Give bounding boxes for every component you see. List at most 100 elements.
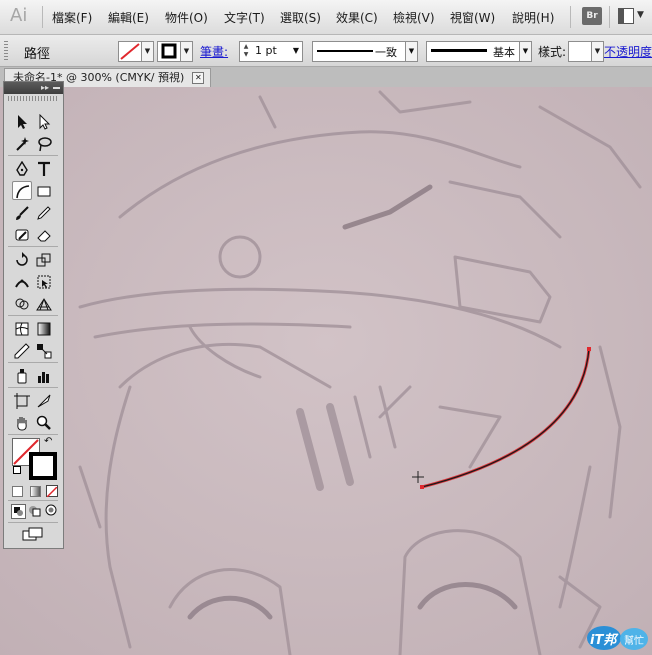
collapse-icon[interactable]: ▸▸	[41, 82, 49, 94]
chevron-down-icon[interactable]: ▼	[293, 46, 299, 55]
swap-arrow-icon[interactable]: ↶	[44, 436, 52, 447]
symbol-sprayer-tool[interactable]	[12, 366, 32, 385]
stepper-arrows-icon[interactable]: ▲ ▼	[241, 43, 251, 60]
panel-menu-icon[interactable]	[53, 87, 60, 89]
pencil-tool[interactable]	[34, 203, 54, 222]
scale-tool[interactable]	[34, 250, 54, 269]
stroke-dropdown[interactable]: ▼	[180, 41, 193, 62]
menu-object[interactable]: 物件(O)	[165, 9, 208, 26]
layout-icon	[618, 8, 634, 24]
hand-tool[interactable]	[12, 413, 32, 432]
tools-panel-titlebar[interactable]: ▸▸	[4, 82, 63, 94]
none-swatch-icon	[46, 486, 58, 498]
gradient-tool[interactable]	[34, 319, 54, 338]
stroke-panel-link[interactable]: 筆畫:	[200, 43, 228, 60]
tool-separator	[8, 155, 58, 156]
menu-window[interactable]: 視窗(W)	[450, 9, 495, 26]
column-graph-tool[interactable]	[34, 366, 54, 385]
menu-view[interactable]: 檢視(V)	[393, 9, 435, 26]
bridge-button[interactable]: Br	[582, 7, 602, 25]
menu-file[interactable]: 檔案(F)	[52, 9, 92, 26]
draw-behind-button[interactable]	[28, 504, 41, 517]
artboard-icon	[14, 393, 30, 409]
slice-knife-icon	[37, 394, 51, 408]
watermark-text: iT邦	[590, 633, 617, 648]
tool-separator	[8, 315, 58, 316]
artboard-canvas[interactable]	[0, 87, 652, 655]
column-graph-icon	[38, 372, 49, 383]
style-swatch[interactable]	[568, 41, 592, 62]
menu-separator	[42, 6, 43, 28]
screen-mode-icon	[22, 527, 43, 541]
opacity-link[interactable]: 不透明度	[604, 43, 652, 60]
stroke-swatch[interactable]	[157, 41, 181, 62]
menu-effect[interactable]: 效果(C)	[336, 9, 378, 26]
mesh-icon	[15, 322, 29, 336]
site-watermark: iT邦 幫忙	[586, 624, 650, 652]
blob-brush-tool[interactable]	[12, 225, 32, 244]
sprayer-icon	[17, 369, 27, 384]
variable-width-profile[interactable]: 一致 ▼	[312, 41, 418, 62]
panel-grip[interactable]	[8, 96, 59, 101]
magic-wand-tool[interactable]	[12, 134, 32, 153]
zoom-tool[interactable]	[34, 413, 54, 432]
close-icon[interactable]: ✕	[192, 72, 205, 84]
pen-nib-icon	[16, 161, 28, 176]
fill-swatch[interactable]	[118, 41, 142, 62]
type-tool[interactable]	[34, 159, 54, 178]
rotate-tool[interactable]	[12, 250, 32, 269]
blend-tool[interactable]	[34, 341, 54, 360]
draw-inside-button[interactable]	[45, 504, 58, 517]
rotate-icon	[16, 252, 28, 266]
draw-normal-icon	[14, 507, 23, 516]
stroke-color-box[interactable]	[29, 452, 57, 480]
default-colors-icon[interactable]	[13, 466, 21, 474]
draw-normal-button[interactable]	[11, 504, 26, 519]
tool-separator	[8, 434, 58, 435]
selection-tool[interactable]	[12, 112, 32, 131]
eraser-tool[interactable]	[34, 225, 54, 244]
eyedropper-tool[interactable]	[12, 341, 32, 360]
rectangle-tool[interactable]	[34, 181, 54, 200]
width-tool[interactable]	[12, 272, 32, 291]
arrange-documents-button[interactable]: ▼	[616, 6, 646, 26]
artboard-tool[interactable]	[12, 391, 32, 410]
draw-inside-icon	[45, 504, 57, 516]
blob-brush-icon	[15, 229, 29, 241]
anchor-point[interactable]	[587, 347, 591, 351]
canvas-background	[0, 87, 652, 655]
menu-select[interactable]: 選取(S)	[280, 9, 321, 26]
menu-type[interactable]: 文字(T)	[224, 9, 265, 26]
brush-definition[interactable]: 基本 ▼	[426, 41, 532, 62]
none-mode-button[interactable]	[46, 485, 58, 498]
arc-tool[interactable]	[12, 181, 32, 200]
tool-separator	[8, 522, 58, 523]
anchor-point[interactable]	[420, 485, 424, 489]
panel-grip[interactable]	[4, 41, 8, 61]
lasso-tool[interactable]	[34, 134, 54, 153]
magic-wand-icon	[16, 137, 29, 151]
menu-edit[interactable]: 編輯(E)	[108, 9, 149, 26]
color-mode-button[interactable]	[12, 486, 23, 497]
selection-type-label: 路徑	[24, 47, 51, 62]
fill-dropdown[interactable]: ▼	[141, 41, 154, 62]
screen-mode-button[interactable]	[22, 527, 44, 541]
menu-help[interactable]: 說明(H)	[512, 9, 554, 26]
shape-builder-tool[interactable]	[12, 294, 32, 313]
pen-tool[interactable]	[12, 159, 32, 178]
paintbrush-icon	[16, 206, 29, 220]
paintbrush-tool[interactable]	[12, 203, 32, 222]
stroke-weight-field[interactable]: ▲ ▼ 1 pt ▼	[239, 41, 303, 62]
menu-separator	[609, 6, 610, 28]
gradient-mode-button[interactable]	[30, 486, 41, 497]
lasso-icon	[38, 137, 52, 152]
direct-selection-tool[interactable]	[34, 112, 54, 131]
chevron-down-icon[interactable]: ▼	[405, 42, 417, 61]
chevron-down-icon[interactable]: ▼	[519, 42, 531, 61]
slice-tool[interactable]	[34, 391, 54, 410]
mesh-tool[interactable]	[12, 319, 32, 338]
perspective-grid-tool[interactable]	[34, 294, 54, 313]
style-dropdown[interactable]: ▼	[591, 41, 604, 62]
none-swatch-icon	[120, 43, 140, 60]
free-transform-tool[interactable]	[34, 272, 54, 291]
